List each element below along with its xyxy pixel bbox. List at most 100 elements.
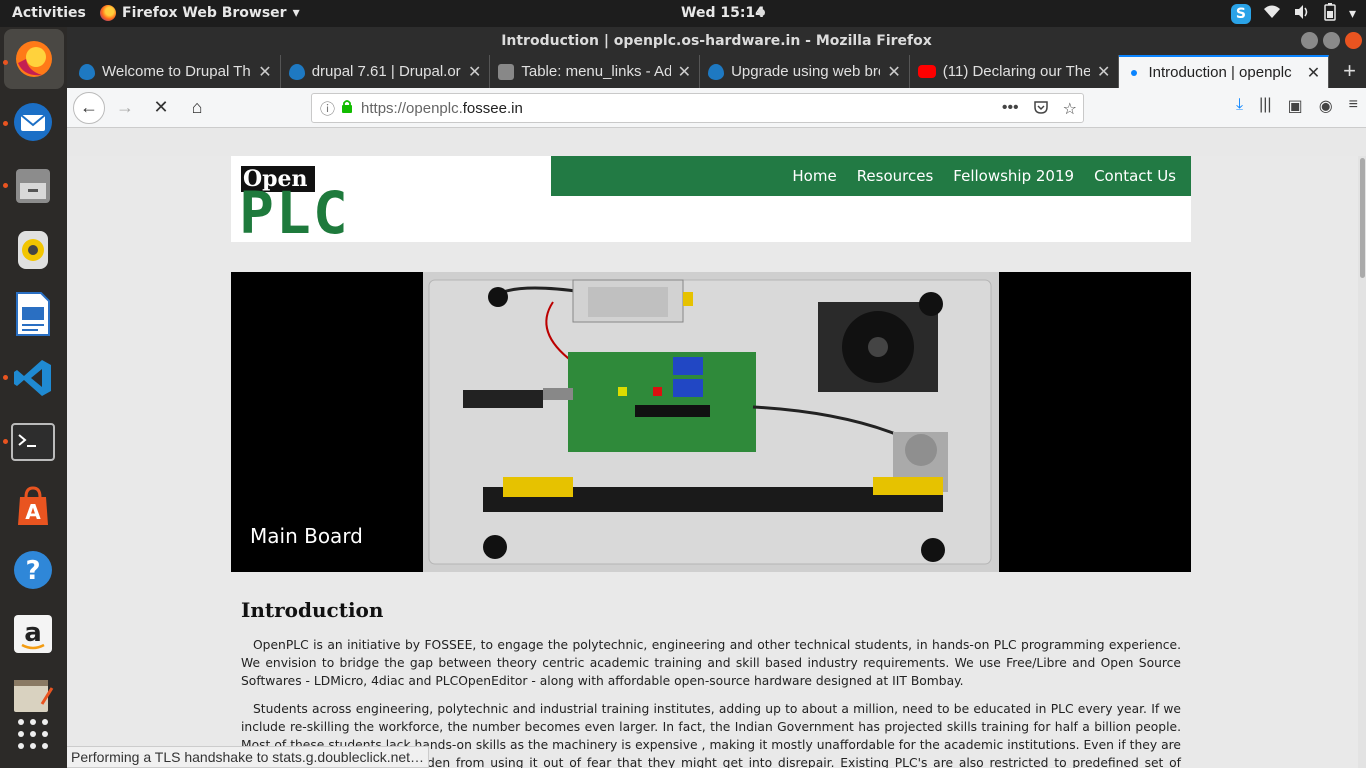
tab-label: (11) Declaring our Ther xyxy=(942,63,1091,80)
close-tab-icon[interactable]: ✕ xyxy=(258,62,271,82)
lock-icon[interactable] xyxy=(341,99,353,117)
svg-text:A: A xyxy=(25,500,41,524)
maximize-button[interactable] xyxy=(1323,32,1340,49)
files-icon xyxy=(16,169,50,203)
dock-files[interactable] xyxy=(10,163,56,209)
tab-label: drupal 7.61 | Drupal.or xyxy=(311,63,461,80)
scrollbar-thumb[interactable] xyxy=(1360,158,1365,278)
database-icon xyxy=(498,63,515,80)
dock-thunderbird[interactable] xyxy=(10,99,56,145)
app-grid-icon xyxy=(18,719,48,749)
main-nav: Home Resources Fellowship 2019 Contact U… xyxy=(551,156,1191,196)
app-menu-label: Firefox Web Browser xyxy=(122,5,287,21)
info-icon[interactable]: ⓘ xyxy=(320,98,335,119)
page-title: Introduction xyxy=(241,598,384,622)
dock-amazon[interactable]: a xyxy=(10,611,56,657)
window-title: Introduction | openplc.os-hardware.in - … xyxy=(501,33,932,49)
close-tab-icon[interactable]: ✕ xyxy=(887,62,900,82)
forward-button[interactable]: → xyxy=(109,92,141,124)
firefox-icon xyxy=(100,5,116,21)
library-icon[interactable]: ||| xyxy=(1259,96,1271,116)
dock-terminal[interactable] xyxy=(10,419,56,465)
help-icon: ? xyxy=(14,551,52,589)
logo-plc-text[interactable]: PLC xyxy=(239,184,350,242)
image-slider[interactable]: Main Board xyxy=(231,272,1191,572)
drupal-icon xyxy=(288,63,305,80)
rhythmbox-icon xyxy=(18,231,48,269)
system-tray[interactable]: S ▾ xyxy=(1230,3,1356,25)
volume-icon xyxy=(1293,4,1311,24)
dock-vscode[interactable] xyxy=(10,355,56,401)
terminal-icon xyxy=(11,423,55,461)
main-board-photo xyxy=(423,272,999,572)
openplc-page: Open PLC Home Resources Fellowship 2019 … xyxy=(231,156,1191,768)
vscode-icon xyxy=(14,360,51,396)
pocket-icon[interactable] xyxy=(1033,99,1049,120)
youtube-icon xyxy=(917,65,936,78)
downloads-icon[interactable]: ⤓ xyxy=(1236,96,1243,116)
back-button[interactable]: ← xyxy=(73,91,105,124)
menu-hamburger-icon[interactable]: ≡ xyxy=(1349,96,1358,116)
sidebar-icon[interactable]: ▣ xyxy=(1288,96,1303,116)
new-tab-button[interactable]: + xyxy=(1329,58,1366,88)
tab-youtube[interactable]: (11) Declaring our Ther ✕ xyxy=(910,55,1120,88)
nav-fellowship-2019[interactable]: Fellowship 2019 xyxy=(953,167,1074,185)
dock-help[interactable]: ? xyxy=(10,547,56,593)
close-tab-icon[interactable]: ✕ xyxy=(1097,62,1110,82)
tab-drupal-761[interactable]: drupal 7.61 | Drupal.or ✕ xyxy=(281,55,491,88)
app-menu[interactable]: Firefox Web Browser ▾ xyxy=(100,5,300,21)
activities-button[interactable]: Activities xyxy=(12,5,86,21)
system-menu-chevron-icon: ▾ xyxy=(1348,6,1356,22)
svg-text:?: ? xyxy=(25,556,40,586)
close-tab-icon[interactable]: ✕ xyxy=(1307,63,1320,83)
url-bar[interactable]: ⓘ https://openplc. fossee.in ••• ☆ xyxy=(311,93,1084,123)
battery-icon xyxy=(1323,3,1337,25)
tab-label: Table: menu_links - Adi xyxy=(521,63,671,80)
software-center-icon: A xyxy=(18,486,48,525)
stop-button[interactable]: ✕ xyxy=(145,92,177,124)
minimize-button[interactable] xyxy=(1301,32,1318,49)
tab-label: Welcome to Drupal Th xyxy=(102,63,251,80)
skype-icon[interactable]: S xyxy=(1230,4,1251,24)
clock[interactable]: Wed 15:14 xyxy=(681,5,765,21)
thunderbird-icon xyxy=(14,103,52,141)
introduction-section: Introduction OpenPLC is an initiative by… xyxy=(241,598,1181,768)
page-scrollbar[interactable] xyxy=(1358,156,1366,768)
drupal-icon xyxy=(708,63,725,80)
notification-dot-icon xyxy=(758,9,765,16)
loading-icon xyxy=(1131,69,1138,76)
nav-home[interactable]: Home xyxy=(792,167,836,185)
intro-paragraph-1: OpenPLC is an initiative by FOSSEE, to e… xyxy=(241,638,1181,688)
tab-label: Introduction | openplc xyxy=(1148,64,1292,81)
sync-icon[interactable]: ◉ xyxy=(1319,96,1333,116)
system-top-bar: Activities Firefox Web Browser ▾ Wed 15:… xyxy=(0,0,1366,27)
url-prefix: https://openplc. xyxy=(361,99,463,117)
tab-upgrade[interactable]: Upgrade using web bro ✕ xyxy=(700,55,910,88)
home-button[interactable]: ⌂ xyxy=(181,92,213,124)
wifi-icon xyxy=(1263,4,1281,24)
url-host: fossee.in xyxy=(462,99,523,117)
tab-menu-links[interactable]: Table: menu_links - Adi ✕ xyxy=(490,55,701,88)
page-actions-icon[interactable]: ••• xyxy=(1002,99,1019,120)
close-tab-icon[interactable]: ✕ xyxy=(678,62,691,82)
dock-firefox[interactable] xyxy=(4,29,64,89)
tab-introduction-openplc[interactable]: Introduction | openplc ✕ xyxy=(1119,55,1330,88)
nav-resources[interactable]: Resources xyxy=(857,167,934,185)
dock-libreoffice-writer[interactable] xyxy=(10,291,56,337)
firefox-window: Introduction | openplc.os-hardware.in - … xyxy=(67,27,1366,768)
dock: A ? a xyxy=(0,27,67,768)
window-titlebar[interactable]: Introduction | openplc.os-hardware.in - … xyxy=(67,27,1366,55)
dock-software-center[interactable]: A xyxy=(10,483,56,529)
close-window-button[interactable] xyxy=(1345,32,1362,49)
notes-icon xyxy=(14,680,54,712)
site-header: Open PLC Home Resources Fellowship 2019 … xyxy=(231,156,1191,242)
amazon-icon: a xyxy=(14,615,52,653)
close-tab-icon[interactable]: ✕ xyxy=(468,62,481,82)
show-applications-button[interactable] xyxy=(10,711,56,757)
nav-contact-us[interactable]: Contact Us xyxy=(1094,167,1176,185)
dock-rhythmbox[interactable] xyxy=(10,227,56,273)
page-viewport: Open PLC Home Resources Fellowship 2019 … xyxy=(67,156,1366,768)
tab-label: Upgrade using web bro xyxy=(731,63,881,80)
tab-drupal-welcome[interactable]: Welcome to Drupal Th ✕ xyxy=(71,55,281,88)
bookmark-star-icon[interactable]: ☆ xyxy=(1063,99,1077,120)
